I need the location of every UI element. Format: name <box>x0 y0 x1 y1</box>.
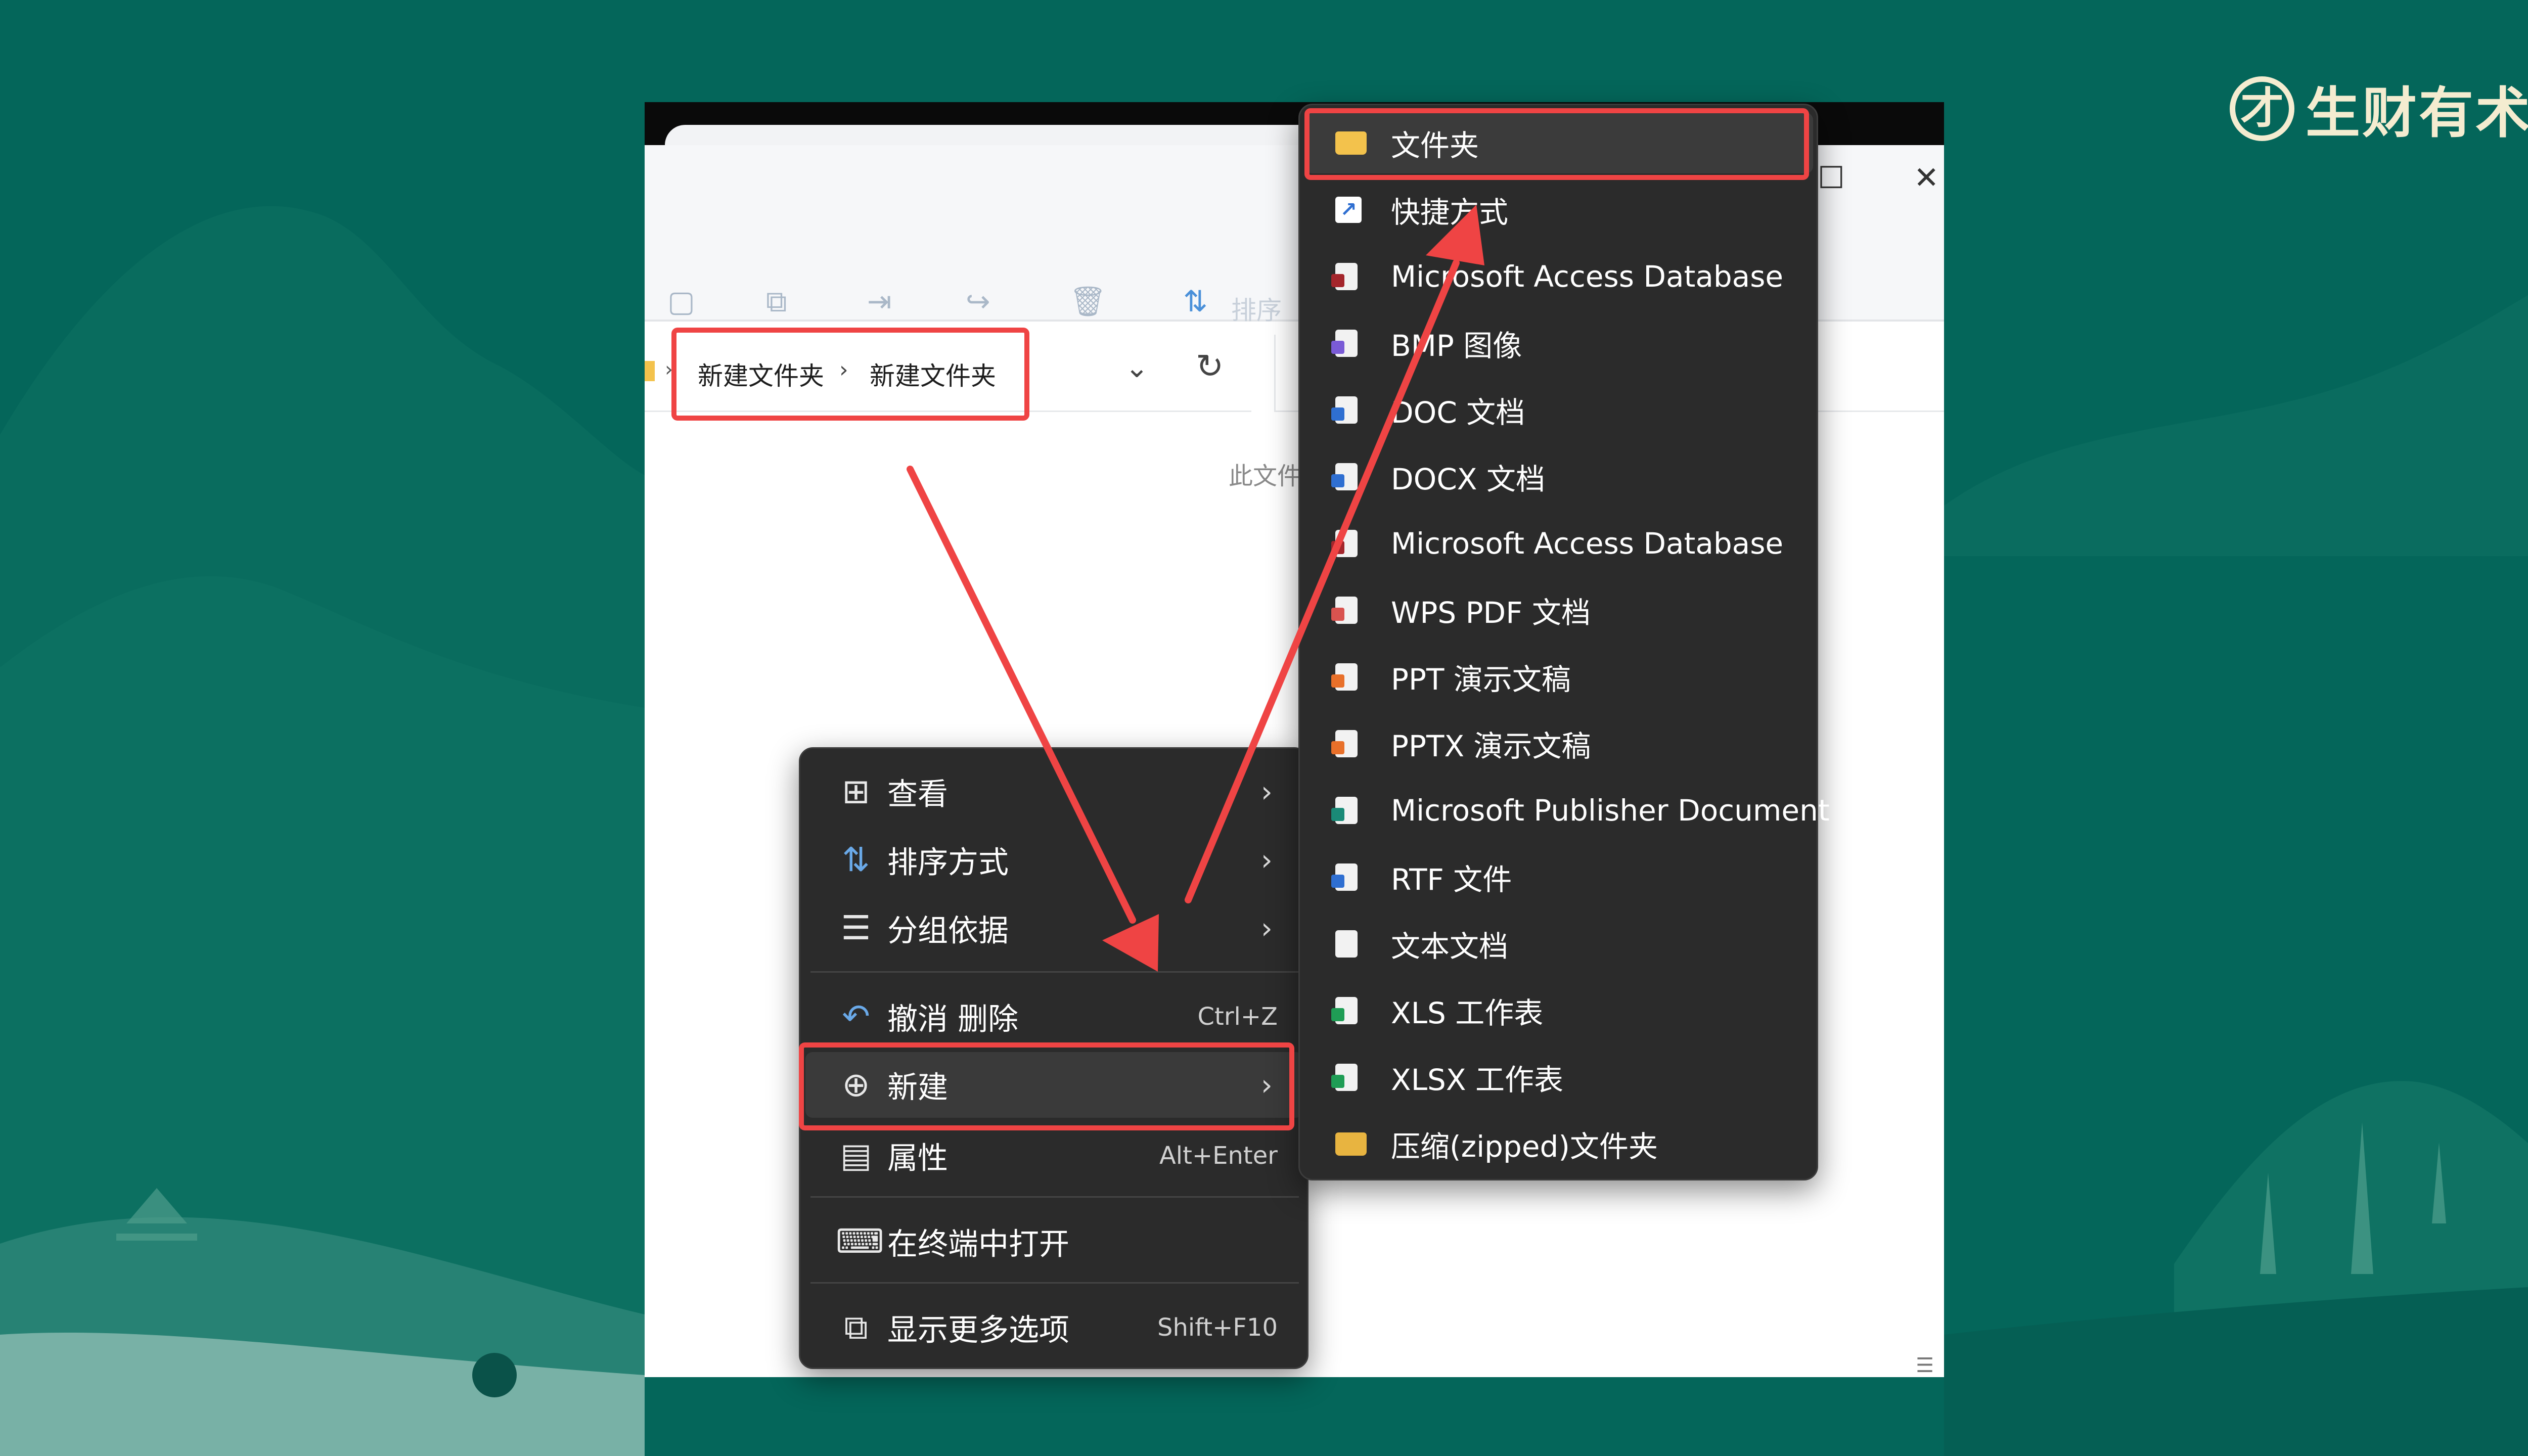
submenu-item-access[interactable]: Microsoft Access Database <box>1305 246 1813 307</box>
view-toggle-icon[interactable]: ☰ <box>1916 1354 1934 1377</box>
shortcut-text: Alt+Enter <box>1159 1142 1278 1170</box>
access-icon <box>1331 263 1358 290</box>
submenu-item-label: PPT 演示文稿 <box>1391 662 1571 697</box>
list-icon: ☰ <box>841 908 871 947</box>
doc-icon <box>1331 396 1358 424</box>
xlsx-icon <box>1331 1064 1358 1091</box>
pptx-icon <box>1331 730 1358 757</box>
submenu-item-zip[interactable]: 压缩(zipped)文件夹 <box>1305 1114 1813 1174</box>
submenu-item-label: DOC 文档 <box>1391 395 1525 430</box>
brand-mark-icon: 才 <box>2230 76 2294 141</box>
submenu-item-label: DOCX 文档 <box>1391 462 1545 496</box>
menu-item-undo-delete[interactable]: ↶ 撤消 删除 Ctrl+Z <box>805 984 1303 1050</box>
delete-icon[interactable]: 🗑 <box>1069 287 1107 316</box>
highlight-box-breadcrumb <box>671 328 1029 421</box>
submenu-item-shortcut[interactable]: ↗ 快捷方式 <box>1305 179 1813 240</box>
submenu-item-xls[interactable]: XLS 工作表 <box>1305 980 1813 1041</box>
menu-divider <box>810 1196 1299 1198</box>
new-icon[interactable]: ▢ <box>667 287 695 316</box>
shortcut-text: Shift+F10 <box>1157 1313 1278 1342</box>
xls-icon <box>1331 997 1358 1024</box>
properties-icon: ▤ <box>840 1136 872 1175</box>
submenu-item-label: XLSX 工作表 <box>1391 1063 1564 1097</box>
submenu-item-label: Microsoft Publisher Document <box>1391 793 1830 828</box>
submenu-item-publisher[interactable]: Microsoft Publisher Document <box>1305 780 1830 841</box>
submenu-item-label: Microsoft Access Database <box>1391 259 1784 294</box>
menu-item-group-by[interactable]: ☰ 分组依据 › <box>805 895 1303 961</box>
shortcut-icon: ↗ <box>1335 197 1362 223</box>
submenu-item-docx[interactable]: DOCX 文档 <box>1305 446 1813 507</box>
undo-icon: ↶ <box>842 997 870 1036</box>
ppt-icon <box>1331 663 1358 691</box>
submenu-item-label: PPTX 演示文稿 <box>1391 729 1591 763</box>
submenu-item-pdf[interactable]: WPS PDF 文档 <box>1305 580 1813 641</box>
menu-item-label: 属性 <box>887 1141 948 1176</box>
maximize-icon[interactable]: ☐ <box>1818 163 1845 193</box>
publisher-icon <box>1331 797 1358 824</box>
zip-folder-icon <box>1335 1132 1367 1156</box>
terminal-icon: ⌨ <box>836 1222 884 1261</box>
menu-item-label: 显示更多选项 <box>887 1312 1069 1348</box>
refresh-icon[interactable]: ↻ <box>1196 350 1224 383</box>
more-options-icon: ⧉ <box>844 1308 868 1347</box>
highlight-box-folder <box>1304 108 1809 180</box>
folder-icon <box>645 361 655 381</box>
menu-item-label: 分组依据 <box>887 913 1009 949</box>
close-icon[interactable]: ✕ <box>1914 163 1939 193</box>
submenu-item-bmp[interactable]: BMP 图像 <box>1305 313 1813 374</box>
menu-item-label: 查看 <box>887 777 948 812</box>
text-file-icon <box>1335 930 1358 958</box>
sort-button-label[interactable]: 排序 <box>1231 290 1282 327</box>
menu-divider <box>810 1282 1299 1284</box>
submenu-item-rtf[interactable]: RTF 文件 <box>1305 847 1813 907</box>
brand-name: 生财有术 <box>2306 82 2528 145</box>
menu-item-view[interactable]: ⊞ 查看 › <box>805 759 1303 825</box>
submenu-item-pptx[interactable]: PPTX 演示文稿 <box>1305 713 1813 774</box>
chevron-right-icon: › <box>1260 843 1273 877</box>
submenu-item-ppt[interactable]: PPT 演示文稿 <box>1305 647 1813 707</box>
menu-item-label: 排序方式 <box>887 845 1009 881</box>
menu-item-label: 撤消 删除 <box>887 1002 1019 1037</box>
grid-icon: ⊞ <box>842 772 870 811</box>
sort-icon: ⇅ <box>842 840 870 879</box>
submenu-item-label: Microsoft Access Database <box>1391 526 1784 561</box>
share-icon[interactable]: ↪ <box>966 287 990 316</box>
access-icon <box>1331 530 1358 557</box>
highlight-box-new <box>799 1042 1294 1130</box>
copy-icon[interactable]: ⧉ <box>766 287 787 316</box>
menu-item-label: 在终端中打开 <box>887 1226 1069 1262</box>
submenu-item-label: 快捷方式 <box>1391 195 1509 230</box>
shortcut-text: Ctrl+Z <box>1197 1003 1278 1031</box>
submenu-item-text[interactable]: 文本文档 <box>1305 914 1813 974</box>
menu-item-open-terminal[interactable]: ⌨ 在终端中打开 <box>805 1209 1303 1275</box>
bmp-icon <box>1331 330 1358 357</box>
chevron-down-icon[interactable]: ⌄ <box>1125 354 1149 382</box>
brand-logo: 才 生财有术 <box>2230 71 2528 147</box>
rtf-icon <box>1331 863 1358 891</box>
submenu-item-label: BMP 图像 <box>1391 329 1522 363</box>
submenu-item-label: 压缩(zipped)文件夹 <box>1391 1129 1658 1164</box>
chevron-right-icon: › <box>1260 775 1273 809</box>
submenu-item-access-2[interactable]: Microsoft Access Database <box>1305 513 1813 574</box>
sort-icon[interactable]: ⇅ <box>1183 287 1208 316</box>
menu-item-more-options[interactable]: ⧉ 显示更多选项 Shift+F10 <box>805 1295 1303 1360</box>
menu-item-sort[interactable]: ⇅ 排序方式 › <box>805 827 1303 893</box>
chevron-right-icon: › <box>1260 911 1273 945</box>
submenu-item-label: WPS PDF 文档 <box>1391 596 1591 630</box>
submenu-item-label: RTF 文件 <box>1391 862 1512 897</box>
submenu-item-doc[interactable]: DOC 文档 <box>1305 380 1813 440</box>
pdf-icon <box>1331 597 1358 624</box>
menu-item-properties[interactable]: ▤ 属性 Alt+Enter <box>805 1123 1303 1189</box>
submenu-item-label: 文本文档 <box>1391 929 1509 964</box>
submenu-item-label: XLS 工作表 <box>1391 996 1544 1030</box>
rename-icon[interactable]: ⇥ <box>867 287 892 316</box>
docx-icon <box>1331 463 1358 490</box>
menu-divider <box>810 971 1299 973</box>
new-submenu: 文件夹 ↗ 快捷方式 Microsoft Access Database BMP… <box>1298 104 1830 1180</box>
submenu-item-xlsx[interactable]: XLSX 工作表 <box>1305 1047 1813 1108</box>
